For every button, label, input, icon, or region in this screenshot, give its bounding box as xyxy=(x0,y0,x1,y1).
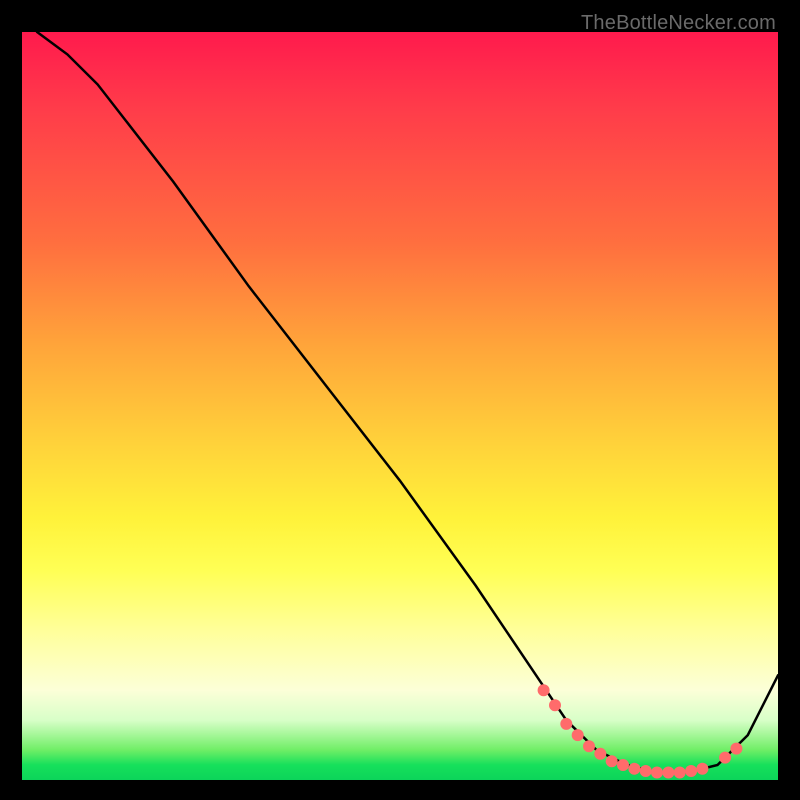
highlight-dot xyxy=(730,743,742,755)
highlight-dot xyxy=(651,767,663,779)
highlight-dot xyxy=(628,763,640,775)
highlight-dot xyxy=(662,767,674,779)
highlight-dot xyxy=(640,765,652,777)
highlight-dot xyxy=(594,748,606,760)
curve-svg xyxy=(22,32,778,780)
highlight-dot xyxy=(560,718,572,730)
highlight-dot xyxy=(685,765,697,777)
plot-area xyxy=(22,32,778,780)
chart-frame: TheBottleNecker.com xyxy=(10,10,790,790)
highlight-dot xyxy=(719,752,731,764)
highlight-dot xyxy=(606,755,618,767)
highlight-dot xyxy=(617,759,629,771)
bottleneck-curve xyxy=(37,32,778,773)
highlight-dot xyxy=(572,729,584,741)
highlight-dot xyxy=(549,699,561,711)
highlight-dot xyxy=(674,767,686,779)
highlight-dot xyxy=(696,763,708,775)
highlight-dot xyxy=(538,684,550,696)
highlight-dots xyxy=(538,684,743,778)
highlight-dot xyxy=(583,740,595,752)
